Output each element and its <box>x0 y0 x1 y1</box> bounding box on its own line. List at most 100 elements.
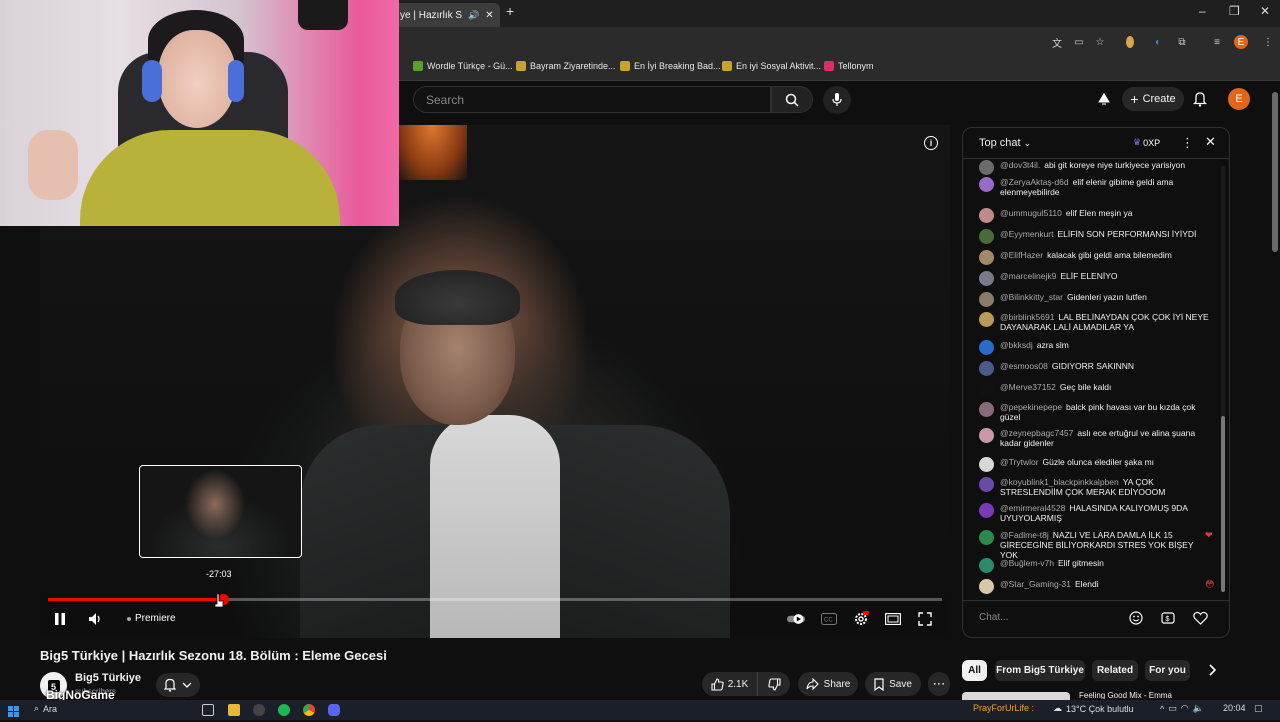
taskbar-search[interactable]: ⌕ Ara <box>34 703 57 714</box>
taskbar-clock[interactable]: 20:04 <box>1223 703 1246 713</box>
chat-message[interactable]: @marcelinejk9 ELİF ELENİYO <box>979 271 1217 286</box>
fullscreen-button[interactable] <box>916 612 934 626</box>
tab-audio-icon[interactable]: 🔊 <box>468 10 479 21</box>
profile-avatar[interactable]: E <box>1234 35 1248 49</box>
notification-center-icon[interactable]: ▢ <box>1254 703 1263 714</box>
chat-message[interactable]: @emirmeral4528 HALASINDA KALIYOMUŞ 9DA UY… <box>979 503 1217 523</box>
chat-message[interactable]: @Bilinkkitty_star Gidenleri yazın lutfen <box>979 292 1217 307</box>
info-icon[interactable]: i <box>924 136 938 150</box>
save-button[interactable]: Save <box>865 672 921 696</box>
chat-message[interactable]: @Trytwlor Güzle olunca elediler şaka mı <box>979 457 1217 472</box>
task-view-icon[interactable] <box>202 704 214 716</box>
search-input[interactable]: Search <box>413 86 771 113</box>
bookmark-item[interactable]: En İyi Breaking Bad... <box>620 61 721 71</box>
chat-message[interactable]: @ZeryaAktaş-d6d elif elenir gibime geldi … <box>979 177 1217 197</box>
chat-author-avatar[interactable] <box>979 361 994 376</box>
windows-start-icon[interactable] <box>8 704 19 717</box>
file-explorer-icon[interactable] <box>228 704 240 716</box>
chat-xp-badge[interactable]: ♛ 0XP <box>1133 137 1160 148</box>
chat-author-avatar[interactable] <box>979 177 994 192</box>
minimize-icon[interactable]: – <box>1199 4 1206 18</box>
chat-author-name[interactable]: @bkksdj <box>1000 340 1033 350</box>
chat-message[interactable]: @koyublink1_blackpinkkalpben YA ÇOK STRES… <box>979 477 1217 497</box>
chat-author-avatar[interactable] <box>979 579 994 594</box>
bookmark-star-icon[interactable]: ☆ <box>1093 35 1107 49</box>
channel-name[interactable]: Big5 Türkiye <box>75 672 141 684</box>
spotify-icon[interactable] <box>278 704 290 716</box>
bookmark-item[interactable]: Wordle Türkçe - Gü... <box>413 61 513 71</box>
taskbar-news-ticker[interactable]: PrayForUrLife : <box>973 703 1034 713</box>
chat-author-avatar[interactable] <box>979 160 994 175</box>
chat-author-avatar[interactable] <box>979 229 994 244</box>
notifications-bell-icon[interactable] <box>1192 91 1208 112</box>
chip-all[interactable]: All <box>962 660 987 681</box>
chat-author-name[interactable]: @ElifHazer <box>1000 250 1043 260</box>
cast-icon[interactable]: ▭ <box>1072 35 1086 49</box>
chat-author-name[interactable]: @Fadlme-t8j <box>1000 530 1049 540</box>
chat-message[interactable]: @pepekinepepe balck pink havası var bu kı… <box>979 402 1217 422</box>
share-button[interactable]: Share <box>798 672 858 696</box>
taskbar-weather[interactable]: ☁ 13°C Çok bulutlu <box>1053 703 1134 714</box>
chat-message[interactable]: @ummugul5110 elif Elen meşin ya <box>979 208 1217 223</box>
dislike-button[interactable] <box>758 672 790 696</box>
premium-badge-icon[interactable] <box>1097 92 1111 106</box>
pause-button[interactable] <box>54 612 66 629</box>
app-icon[interactable] <box>253 704 265 716</box>
chat-message[interactable]: @dov3t4il. abi git koreye niye turkiyece … <box>979 160 1217 175</box>
chat-author-avatar[interactable] <box>979 402 994 417</box>
bookmark-item[interactable]: En iyi Sosyal Aktivit... <box>722 61 821 71</box>
autoplay-toggle[interactable] <box>787 612 805 626</box>
chat-author-avatar[interactable] <box>979 292 994 307</box>
captions-button[interactable]: CC <box>820 612 838 626</box>
chat-author-name[interactable]: @Bilinkkitty_star <box>1000 292 1063 302</box>
chip-from-channel[interactable]: From Big5 Türkiye <box>995 660 1085 681</box>
bookmark-item[interactable]: Bayram Ziyaretinde... <box>516 61 616 71</box>
heart-icon[interactable] <box>1193 611 1208 630</box>
chat-input[interactable]: Chat... <box>979 612 1109 623</box>
more-menu-icon[interactable]: ⋮ <box>1261 35 1275 49</box>
translate-icon[interactable]: 文 <box>1050 35 1064 50</box>
subscribed-notification-button[interactable] <box>156 673 200 697</box>
chat-author-avatar[interactable] <box>979 530 994 545</box>
chat-author-name[interactable]: @Buğlem-v7h <box>1000 558 1054 568</box>
chat-message[interactable]: @Merve37152 Geç bile kaldı <box>979 382 1217 397</box>
chat-author-name[interactable]: @dov3t4il. <box>1000 160 1040 170</box>
like-button[interactable]: 2.1K <box>702 672 758 696</box>
chat-author-name[interactable]: @pepekinepepe <box>1000 402 1062 412</box>
chat-author-name[interactable]: @marcelinejk9 <box>1000 271 1056 281</box>
puzzle-icon[interactable]: ⧉ <box>1175 35 1189 49</box>
reading-list-icon[interactable]: ≡ <box>1210 35 1224 49</box>
chat-message[interactable]: @Eyymenkurt ELİFİN SON PERFORMANSI İYİYDİ <box>979 229 1217 244</box>
create-button[interactable]: + Create <box>1122 87 1184 111</box>
search-button[interactable] <box>771 86 813 113</box>
chat-author-name[interactable]: @esmoos08 <box>1000 361 1048 371</box>
settings-button[interactable] <box>852 611 870 626</box>
chat-author-name[interactable]: @koyublink1_blackpinkkalpben <box>1000 477 1119 487</box>
account-avatar[interactable]: E <box>1228 88 1250 110</box>
chat-author-avatar[interactable] <box>979 558 994 573</box>
chat-author-name[interactable]: @birblink5691 <box>1000 312 1054 322</box>
maximize-icon[interactable]: ❐ <box>1229 4 1240 18</box>
page-scrollbar[interactable] <box>1272 92 1278 252</box>
chat-more-icon[interactable]: ⋮ <box>1181 135 1194 151</box>
extension-icon[interactable] <box>1126 36 1134 48</box>
chat-author-avatar[interactable] <box>979 312 994 327</box>
tab-close-icon[interactable]: ✕ <box>485 10 493 21</box>
chat-mode-selector[interactable]: Top chat ⌄ <box>979 137 1031 149</box>
new-tab-icon[interactable]: + <box>506 3 514 19</box>
chat-author-avatar[interactable] <box>979 208 994 223</box>
chat-author-name[interactable]: @Merve37152 <box>1000 382 1056 392</box>
emoji-icon[interactable] <box>1129 611 1143 630</box>
chat-message[interactable]: @Buğlem-v7h Elif gitmesin <box>979 558 1217 573</box>
volume-button[interactable] <box>88 612 104 631</box>
progress-bar[interactable] <box>48 594 942 605</box>
chat-author-name[interactable]: @ZeryaAktaş-d6d <box>1000 177 1069 187</box>
close-window-icon[interactable]: ✕ <box>1260 4 1270 18</box>
super-chat-icon[interactable]: $ <box>1161 611 1175 630</box>
chat-scrollbar[interactable] <box>1221 166 1225 592</box>
chat-author-name[interactable]: @Eyymenkurt <box>1000 229 1054 239</box>
chip-related[interactable]: Related <box>1092 660 1138 681</box>
chat-scrollbar-thumb[interactable] <box>1221 416 1225 592</box>
chat-author-avatar[interactable] <box>979 477 994 492</box>
chat-message[interactable]: @esmoos08 GIDIYORR SAKINNN <box>979 361 1217 376</box>
